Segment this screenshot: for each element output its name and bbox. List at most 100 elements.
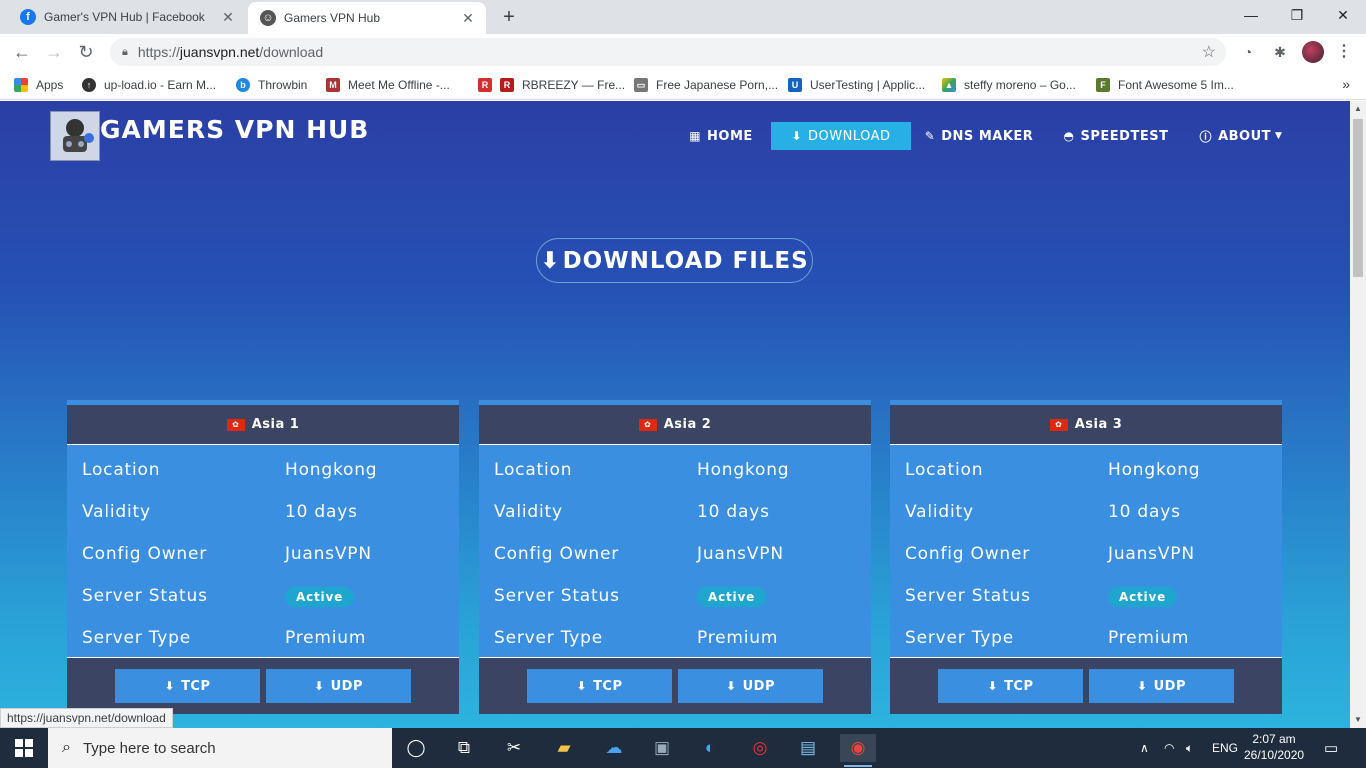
row-status: Server Status Active — [479, 575, 871, 617]
bookmark-star-icon[interactable]: ☆ — [1202, 42, 1216, 62]
taskbar-clock[interactable]: 2:07 am 26/10/2020 — [1244, 731, 1304, 763]
rbreezy-logo-icon: R — [500, 78, 514, 92]
start-button[interactable] — [0, 728, 48, 768]
bookmark-page[interactable]: ▭ Free Japanese Porn,... — [634, 76, 778, 94]
usertesting-icon: U — [788, 78, 802, 92]
row-validity: Validity 10 days — [82, 502, 358, 522]
bookmark-fontawesome[interactable]: F Font Awesome 5 Im... — [1096, 76, 1234, 94]
fontawesome-icon: F — [1096, 78, 1110, 92]
card-footer: ⬇ TCP ⬇ UDP — [479, 657, 871, 714]
show-hidden-icons[interactable]: ∧ — [1140, 728, 1149, 768]
cortana-icon[interactable]: ◯ — [398, 734, 434, 762]
taskbar-search-input[interactable]: ⌕ Type here to search — [48, 728, 392, 768]
minimize-button[interactable]: — — [1228, 0, 1274, 30]
new-tab-button[interactable]: + — [498, 6, 520, 28]
throwbin-icon: b — [236, 78, 250, 92]
nav-download[interactable]: ⬇ DOWNLOAD — [771, 122, 911, 150]
close-window-button[interactable]: ✕ — [1320, 0, 1366, 30]
download-icon: ⬇ — [314, 679, 325, 693]
bookmark-throwbin[interactable]: b Throwbin — [236, 76, 307, 94]
bookmarks-overflow-icon[interactable]: » — [1342, 76, 1350, 92]
back-button[interactable]: ← — [10, 40, 34, 64]
edit-icon: ✎ — [924, 129, 936, 143]
tcp-download-button[interactable]: ⬇ TCP — [115, 669, 260, 703]
profile-avatar[interactable] — [1302, 41, 1324, 63]
task-view-icon[interactable]: ⧉ — [446, 734, 482, 762]
scrollbar-thumb[interactable] — [1353, 119, 1363, 277]
download-files-button[interactable]: ⬇ DOWNLOAD FILES — [536, 238, 813, 283]
site-logo[interactable] — [50, 111, 100, 161]
extensions-icon[interactable]: ✱ — [1270, 42, 1290, 62]
restore-button[interactable]: ❐ — [1274, 0, 1320, 30]
hongkong-flag-icon: ✿ — [226, 418, 245, 431]
scroll-up-icon[interactable]: ▲ — [1350, 101, 1366, 117]
download-icon: ⬇ — [987, 679, 999, 693]
card-header: ✿ Asia 3 — [890, 405, 1282, 445]
rbreezy-icon: R — [478, 78, 492, 92]
card-footer: ⬇ TCP ⬇ UDP — [890, 657, 1282, 714]
bookmark-drive[interactable]: ▲ steffy moreno – Go... — [942, 76, 1076, 94]
close-tab-icon[interactable]: ✕ — [460, 10, 476, 27]
download-icon: ⬇ — [576, 679, 588, 693]
site-brand[interactable]: GAMERS VPN HUB — [100, 115, 369, 144]
tab-facebook[interactable]: f Gamer's VPN Hub | Facebook ✕ — [8, 0, 246, 34]
nav-home[interactable]: ▦ HOME — [682, 122, 760, 150]
row-owner: Config Owner JuansVPN — [494, 544, 784, 564]
volume-icon[interactable]: 🔈︎ — [1186, 728, 1193, 768]
bookmark-apps[interactable]: Apps — [14, 76, 63, 94]
address-bar[interactable]: 🔒︎ https://juansvpn.net/download ☆ — [110, 38, 1226, 66]
speedometer-icon: ◓ — [1063, 129, 1075, 143]
download-icon: ⬇ — [791, 129, 803, 143]
close-tab-icon[interactable]: ✕ — [220, 9, 236, 26]
chrome-icon[interactable]: ◉ — [840, 734, 876, 767]
tab-gamers-vpn-hub[interactable]: ☺ Gamers VPN Hub ✕ — [248, 2, 486, 34]
nav-speedtest[interactable]: ◓ SPEEDTEST — [1058, 122, 1174, 150]
url-text: https://juansvpn.net/download — [137, 44, 324, 60]
status-badge: Active — [285, 586, 355, 607]
page-content: GAMERS VPN HUB ▦ HOME ⬇ DOWNLOAD ✎ DNS MAKE… — [0, 101, 1350, 728]
scroll-down-icon[interactable]: ▼ — [1350, 712, 1366, 728]
edge-icon[interactable]: ◐ — [692, 734, 728, 762]
bookmark-upload[interactable]: ↑ up-load.io - Earn M... — [82, 76, 216, 94]
notifications-icon[interactable]: ▭ — [1324, 728, 1338, 768]
nav-dns-maker[interactable]: ✎ DNS MAKER — [920, 122, 1038, 150]
row-location: Location Hongkong — [494, 460, 790, 480]
reload-button[interactable]: ↻ — [74, 40, 98, 64]
udp-download-button[interactable]: ⬇ UDP — [266, 669, 411, 703]
card-footer: ⬇ TCP ⬇ UDP — [67, 657, 459, 714]
wifi-icon[interactable]: ◠ — [1164, 728, 1174, 768]
bookmark-meetme[interactable]: M Meet Me Offline -... — [326, 76, 450, 94]
row-owner: Config Owner JuansVPN — [905, 544, 1195, 564]
card-header: ✿ Asia 1 — [67, 405, 459, 445]
download-icon: ⬇ — [1137, 679, 1148, 693]
performance-icon[interactable]: ◔ — [1238, 42, 1258, 62]
page-scrollbar[interactable]: ▲ ▼ — [1350, 101, 1366, 728]
file-explorer-icon[interactable]: ▰ — [546, 734, 582, 762]
onedrive-icon[interactable]: ☁ — [596, 734, 632, 762]
forward-button[interactable]: → — [42, 40, 66, 64]
row-validity: Validity 10 days — [494, 502, 770, 522]
udp-download-button[interactable]: ⬇ UDP — [678, 669, 823, 703]
row-status: Server Status Active — [67, 575, 459, 617]
language-indicator[interactable]: ENG — [1212, 728, 1238, 768]
row-location: Location Hongkong — [82, 460, 378, 480]
tab-title: Gamers VPN Hub — [284, 11, 381, 25]
site-favicon-icon: ☺ — [260, 10, 276, 26]
server-card: ✿ Asia 1 Location Hongkong Validity 10 days… — [67, 400, 459, 714]
tcp-download-button[interactable]: ⬇ TCP — [938, 669, 1083, 703]
nav-about[interactable]: ⓘ ABOUT ▼ — [1194, 122, 1288, 150]
notepad-icon[interactable]: ▤ — [790, 734, 826, 762]
row-type: Server Type Premium — [905, 628, 1190, 648]
opera-icon[interactable]: ◎ — [742, 734, 778, 762]
store-icon[interactable]: ▣ — [644, 734, 680, 762]
browser-toolbar: ← → ↻ 🔒︎ https://juansvpn.net/download ☆… — [0, 34, 1366, 70]
udp-download-button[interactable]: ⬇ UDP — [1089, 669, 1234, 703]
tcp-download-button[interactable]: ⬇ TCP — [527, 669, 672, 703]
bookmark-rbreezy[interactable]: R R RBREEZY — Fre... — [478, 76, 625, 94]
row-type: Server Type Premium — [494, 628, 779, 648]
bookmark-usertesting[interactable]: U UserTesting | Applic... — [788, 76, 925, 94]
hongkong-flag-icon: ✿ — [638, 418, 657, 431]
menu-kebab-icon[interactable]: ⋮ — [1334, 42, 1354, 62]
snipping-tool-icon[interactable]: ✂ — [496, 734, 532, 762]
row-status: Server Status Active — [890, 575, 1282, 617]
